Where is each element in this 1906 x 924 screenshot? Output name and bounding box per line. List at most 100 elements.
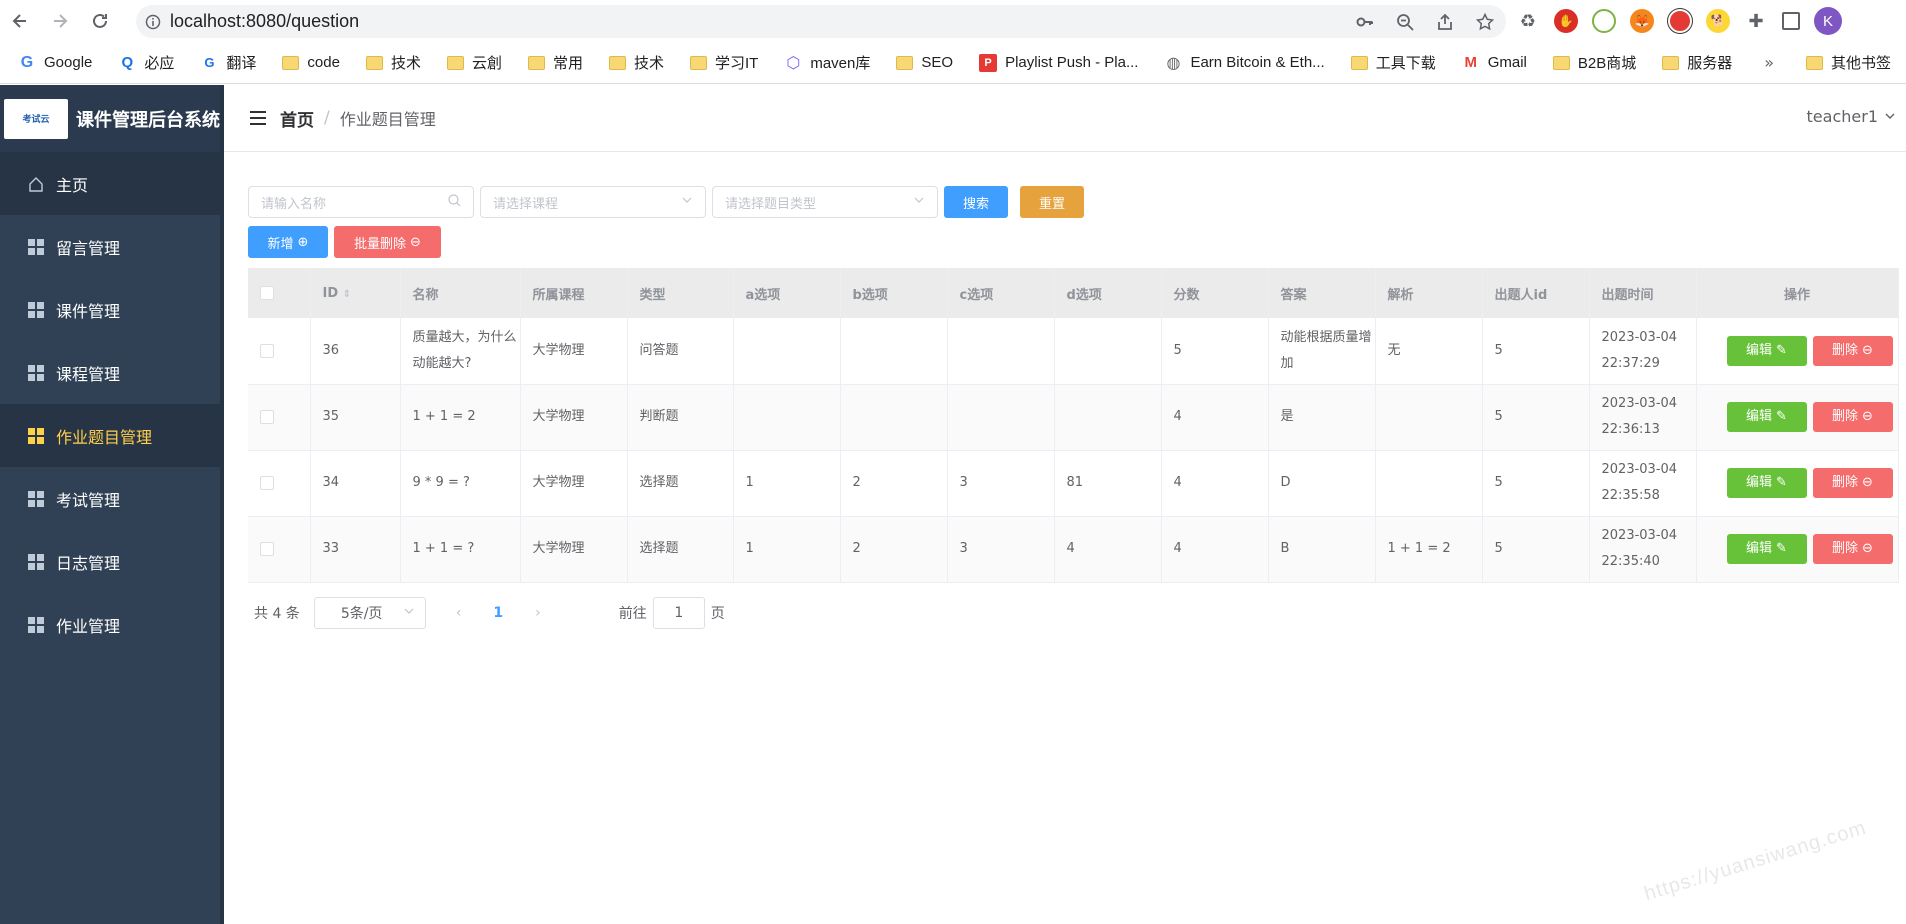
bookmark-bing[interactable]: Q 必应 xyxy=(118,52,175,73)
sidebar-item-courses[interactable]: 课程管理 xyxy=(0,341,220,404)
edit-button[interactable]: 编辑 ✎ xyxy=(1726,534,1807,564)
cell-answer: D xyxy=(1268,450,1376,517)
page-size-select[interactable]: 5条/页 xyxy=(313,596,426,629)
select-all-checkbox[interactable] xyxy=(260,286,274,300)
column-header: a选项 xyxy=(733,268,841,318)
bookmark-maven[interactable]: ⬡ maven库 xyxy=(784,52,870,73)
bookmarks-overflow-icon[interactable]: » xyxy=(1764,53,1774,72)
star-icon[interactable] xyxy=(1474,11,1496,33)
back-icon[interactable] xyxy=(0,0,40,42)
bookmarks-bar: G Google Q 必应 G 翻译 code 技术 云創 常用 技术 学习IT ⬡ m… xyxy=(0,42,1906,84)
row-checkbox[interactable] xyxy=(260,343,274,358)
bookmark-tools[interactable]: 工具下载 xyxy=(1350,52,1436,73)
name-search-input[interactable]: 请输入名称 xyxy=(248,186,474,218)
edit-button[interactable]: 编辑 ✎ xyxy=(1726,468,1807,498)
delete-button[interactable]: 删除 ⊖ xyxy=(1812,468,1893,498)
delete-button[interactable]: 删除 ⊖ xyxy=(1812,402,1893,432)
delete-button[interactable]: 删除 ⊖ xyxy=(1812,534,1893,564)
puzzle-extensions-icon[interactable]: ✚ xyxy=(1744,9,1768,33)
apple-extension-icon[interactable] xyxy=(1592,9,1616,33)
bookmark-translate[interactable]: G 翻译 xyxy=(200,52,256,73)
row-checkbox[interactable] xyxy=(260,410,274,424)
sidebar-item-homework[interactable]: 作业管理 xyxy=(0,593,220,656)
bookmark-bitcoin[interactable]: ◍ Earn Bitcoin & Eth... xyxy=(1164,54,1324,72)
cell-type: 问答题 xyxy=(627,318,734,385)
sidepanel-icon[interactable] xyxy=(1782,12,1800,30)
bookmark-common[interactable]: 常用 xyxy=(527,52,583,73)
sidebar-item-questions[interactable]: 作业题目管理 xyxy=(0,404,220,467)
cell-name: 1 + 1 = ? xyxy=(400,516,521,583)
address-bar[interactable]: localhost:8080/question xyxy=(136,5,1506,38)
share-icon[interactable] xyxy=(1434,11,1456,33)
dog-extension-icon[interactable]: 🐕 xyxy=(1706,9,1730,33)
edit-button[interactable]: 编辑 ✎ xyxy=(1726,335,1807,366)
chevron-down-icon xyxy=(913,194,925,210)
bookmark-code[interactable]: code xyxy=(282,54,340,71)
sidebar-item-exams[interactable]: 考试管理 xyxy=(0,467,220,530)
forward-icon[interactable] xyxy=(40,0,80,42)
grid-icon xyxy=(28,553,44,570)
sidebar-item-courseware[interactable]: 课件管理 xyxy=(0,278,220,341)
site-info-icon[interactable] xyxy=(136,14,170,30)
delete-button[interactable]: 删除 ⊖ xyxy=(1812,335,1893,366)
edit-button[interactable]: 编辑 ✎ xyxy=(1726,402,1807,432)
sort-icon[interactable]: ⇕ xyxy=(343,289,351,300)
goto-page-input[interactable]: 1 xyxy=(652,596,705,629)
breadcrumb-home[interactable]: 首页 xyxy=(280,106,314,131)
add-button[interactable]: 新增 ⊕ xyxy=(248,226,328,258)
bookmark-b2b[interactable]: B2B商城 xyxy=(1552,52,1636,73)
column-header: 名称 xyxy=(400,268,521,318)
folder-icon xyxy=(446,55,464,70)
page-number-current[interactable]: 1 xyxy=(493,605,503,621)
column-header[interactable]: ID ⇕ xyxy=(310,268,401,318)
row-checkbox[interactable] xyxy=(260,542,274,556)
brand: 考试云 课件管理后台系统 xyxy=(0,85,220,152)
reload-icon[interactable] xyxy=(80,0,120,42)
bookmark-tech2[interactable]: 技术 xyxy=(608,52,664,73)
user-dropdown[interactable]: teacher1 xyxy=(1807,107,1896,126)
batch-delete-button[interactable]: 批量删除 ⊖ xyxy=(334,226,441,258)
sidebar-item-messages[interactable]: 留言管理 xyxy=(0,215,220,278)
cell-option-d: 4 xyxy=(1054,516,1162,583)
app-title: 课件管理后台系统 xyxy=(76,109,220,131)
bookmark-gmail[interactable]: M Gmail xyxy=(1462,54,1526,72)
bookmark-other[interactable]: 其他书签 xyxy=(1806,52,1891,73)
adblock-extension-icon[interactable]: ✋ xyxy=(1554,9,1578,33)
bookmark-tech[interactable]: 技术 xyxy=(365,52,421,73)
url-text[interactable]: localhost:8080/question xyxy=(170,11,359,32)
prev-page-icon[interactable]: ‹ xyxy=(456,605,462,621)
table-row: 35 1 + 1 = 2 大学物理 判断题 4 是 5 2023-03-04 2… xyxy=(248,384,1899,451)
bookmark-cloud[interactable]: 云創 xyxy=(446,52,502,73)
row-select-cell[interactable] xyxy=(248,450,311,517)
minus-circle-icon: ⊖ xyxy=(1862,475,1873,490)
bookmark-playlist[interactable]: P Playlist Push - Pla... xyxy=(979,53,1138,72)
bookmark-google[interactable]: G Google xyxy=(18,54,93,72)
cell-option-c xyxy=(947,318,1055,385)
next-page-icon[interactable]: › xyxy=(535,605,541,621)
reset-button[interactable]: 重置 xyxy=(1020,186,1084,218)
search-button[interactable]: 搜索 xyxy=(944,186,1008,218)
sidebar-item-logs[interactable]: 日志管理 xyxy=(0,530,220,593)
cell-option-b: 2 xyxy=(840,516,948,583)
recycle-extension-icon[interactable]: ♻ xyxy=(1516,9,1540,33)
row-checkbox[interactable] xyxy=(260,476,274,490)
zoom-icon[interactable] xyxy=(1394,11,1416,33)
row-select-cell[interactable] xyxy=(248,516,311,583)
grid-icon xyxy=(28,490,44,507)
fox-extension-icon[interactable]: 🦊 xyxy=(1630,9,1654,33)
bookmark-learn-it[interactable]: 学习IT xyxy=(690,52,758,73)
bookmark-server[interactable]: 服务器 xyxy=(1662,52,1732,73)
course-select[interactable]: 请选择课程 xyxy=(480,186,706,218)
profile-avatar[interactable]: K xyxy=(1814,7,1842,35)
select-all-cell[interactable] xyxy=(248,268,311,318)
row-select-cell[interactable] xyxy=(248,384,311,451)
row-select-cell[interactable] xyxy=(248,318,311,385)
key-icon[interactable] xyxy=(1354,11,1376,33)
bookmark-seo[interactable]: SEO xyxy=(896,54,953,71)
translate-icon: G xyxy=(204,55,215,70)
cell-actions: 编辑 ✎ 删除 ⊖ xyxy=(1696,384,1899,451)
question-type-select[interactable]: 请选择题目类型 xyxy=(712,186,938,218)
hamburger-icon[interactable] xyxy=(250,111,266,125)
ball-extension-icon[interactable] xyxy=(1668,9,1692,33)
sidebar-item-home[interactable]: 主页 xyxy=(0,152,220,215)
